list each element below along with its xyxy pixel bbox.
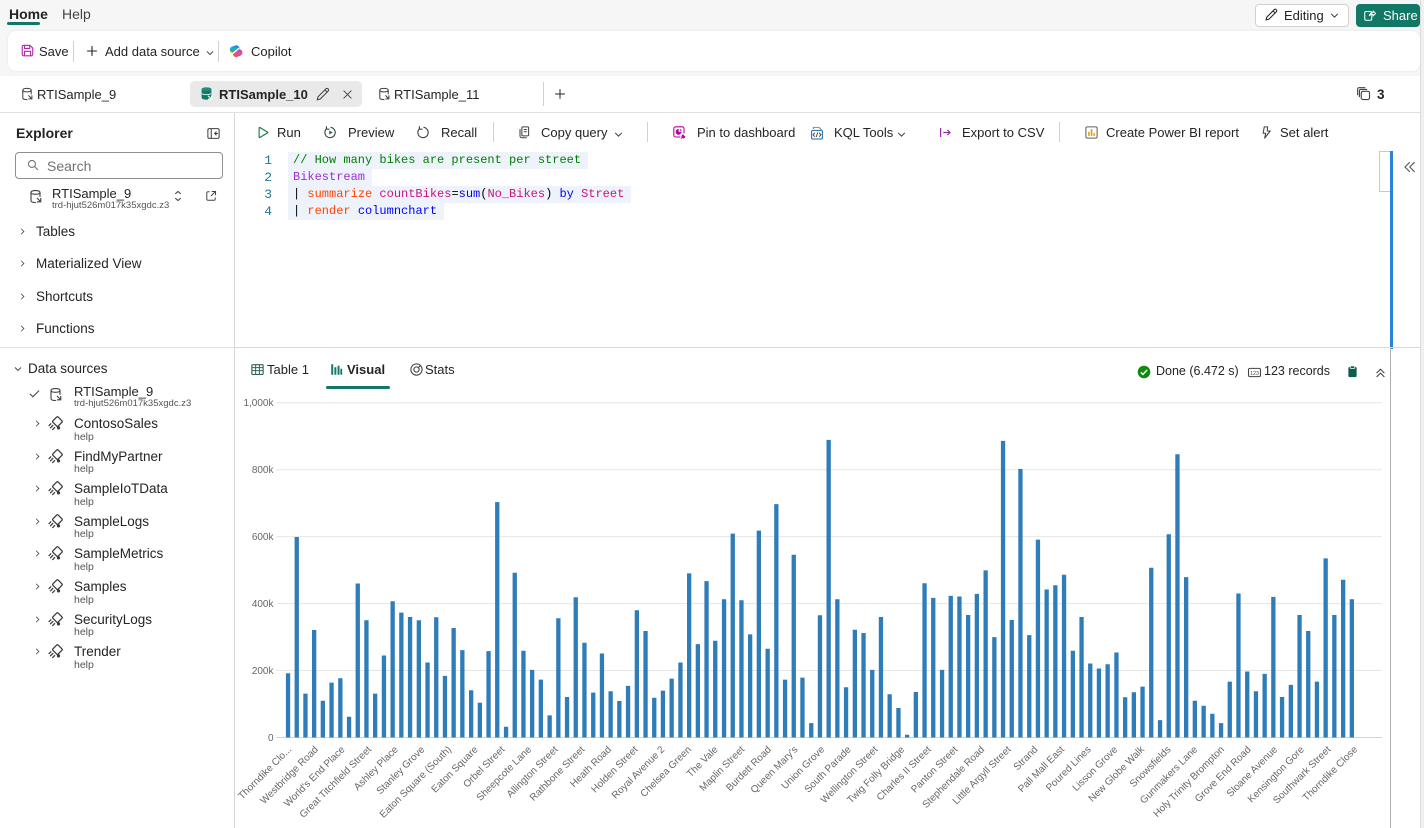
svg-text:1,000k: 1,000k <box>243 398 274 409</box>
svg-text:600k: 600k <box>252 532 275 543</box>
svg-text:800k: 800k <box>252 465 275 476</box>
svg-text:400k: 400k <box>252 599 275 610</box>
svg-text:200k: 200k <box>252 666 275 677</box>
svg-text:0: 0 <box>268 733 274 744</box>
svg-text:123: 123 <box>1250 371 1259 377</box>
